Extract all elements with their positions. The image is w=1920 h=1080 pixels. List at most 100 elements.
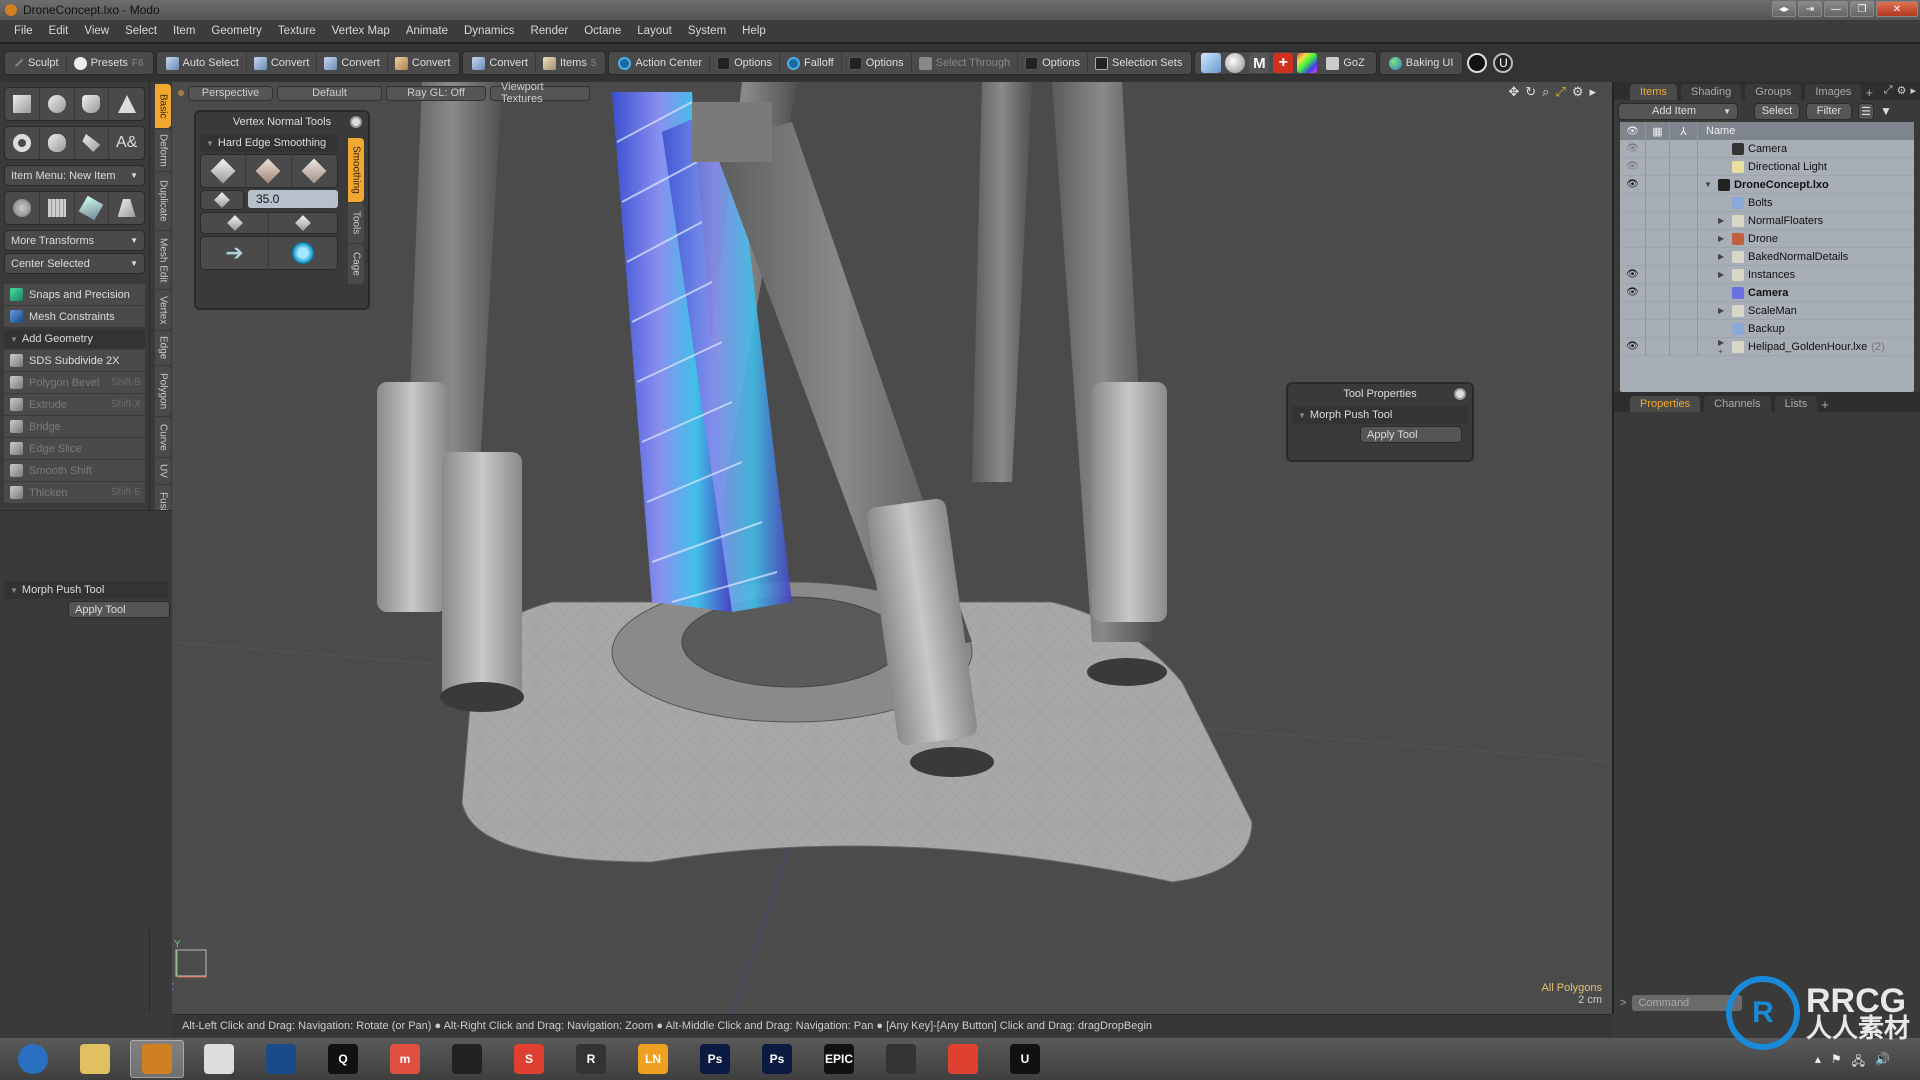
palette-pin-icon[interactable] bbox=[1454, 388, 1466, 400]
lock-toggle[interactable] bbox=[1670, 230, 1698, 247]
taskbar-start[interactable] bbox=[6, 1040, 60, 1078]
snaps-precision-button[interactable]: Snaps and Precision bbox=[4, 284, 145, 306]
taskbar-marmoset[interactable]: m bbox=[378, 1040, 432, 1078]
unreal-icon[interactable]: U bbox=[1493, 53, 1514, 73]
expand-toggle-icon[interactable]: ▶ bbox=[1718, 270, 1728, 279]
torus-button[interactable] bbox=[5, 127, 40, 159]
add-tab-icon[interactable]: + bbox=[1821, 397, 1829, 412]
shading-button[interactable]: Default bbox=[277, 85, 382, 101]
action-options-button[interactable]: Options bbox=[710, 53, 780, 73]
item-row[interactable]: ▶ ScaleMan bbox=[1620, 302, 1914, 320]
m-logo-icon[interactable]: M bbox=[1249, 53, 1270, 73]
menu-edit[interactable]: Edit bbox=[41, 25, 77, 37]
visibility-toggle[interactable] bbox=[1620, 320, 1646, 337]
lock-toggle[interactable] bbox=[1670, 338, 1698, 355]
expand-toggle-icon[interactable]: ▼ bbox=[1704, 180, 1714, 189]
taskbar-explorer[interactable] bbox=[68, 1040, 122, 1078]
item-row[interactable]: 👁 Directional Light bbox=[1620, 158, 1914, 176]
viewport-menu-dot[interactable] bbox=[178, 90, 184, 96]
lock-toggle[interactable] bbox=[1670, 176, 1698, 193]
convert-materials-button[interactable]: Convert bbox=[465, 53, 536, 73]
menu-system[interactable]: System bbox=[680, 25, 734, 37]
convert-polygons-button[interactable]: Convert bbox=[388, 53, 458, 73]
apply-tool-button[interactable]: Apply Tool bbox=[1360, 426, 1462, 443]
visibility-column-icon[interactable]: 👁 bbox=[1620, 122, 1646, 140]
taskbar-zbrush[interactable] bbox=[192, 1040, 246, 1078]
geometry-tool-polygon-bevel[interactable]: Polygon Bevel Shift-B bbox=[4, 372, 145, 394]
transform-button[interactable] bbox=[5, 192, 40, 224]
gear-icon[interactable]: ⚙ bbox=[1572, 84, 1584, 100]
lock-toggle[interactable] bbox=[1670, 212, 1698, 229]
expand-toggle-icon[interactable]: ▶ bbox=[1718, 306, 1728, 315]
hard-edge-smoothing-section[interactable]: ▼ Hard Edge Smoothing bbox=[200, 134, 338, 152]
visibility-toggle[interactable] bbox=[1620, 248, 1646, 265]
vtab-polygon[interactable]: Polygon bbox=[155, 366, 171, 416]
item-row[interactable]: ▶ NormalFloaters bbox=[1620, 212, 1914, 230]
baking-ui-button[interactable]: Baking UI bbox=[1382, 53, 1461, 73]
minimize-button[interactable]: — bbox=[1824, 1, 1848, 17]
gem-button[interactable] bbox=[75, 192, 110, 224]
vnt-tab-smoothing[interactable]: Smoothing bbox=[348, 138, 364, 202]
render-toggle[interactable] bbox=[1646, 320, 1670, 337]
taper-button[interactable] bbox=[109, 192, 144, 224]
menu-help[interactable]: Help bbox=[734, 25, 774, 37]
convert-vertices-button[interactable]: Convert bbox=[247, 53, 318, 73]
viewport-textures-button[interactable]: Viewport Textures bbox=[490, 82, 590, 105]
select-options-button[interactable]: Options bbox=[1018, 53, 1088, 73]
zoom-icon[interactable]: ⌕ bbox=[1542, 84, 1549, 100]
taskbar-quixel[interactable]: Q bbox=[316, 1040, 370, 1078]
taskbar-app-red[interactable] bbox=[440, 1040, 494, 1078]
3d-viewport[interactable]: Y Z Perspective Default Ray GL: Off View… bbox=[172, 82, 1612, 1014]
vtab-mesh-edit[interactable]: Mesh Edit bbox=[155, 231, 171, 289]
render-column-icon[interactable]: ▦ bbox=[1646, 122, 1670, 140]
geometry-tool-smooth-shift[interactable]: Smooth Shift bbox=[4, 460, 145, 482]
menu-render[interactable]: Render bbox=[522, 25, 576, 37]
vtab-duplicate[interactable]: Duplicate bbox=[155, 172, 171, 230]
vtab-vertex[interactable]: Vertex bbox=[155, 290, 171, 330]
menu-vertex-map[interactable]: Vertex Map bbox=[324, 25, 398, 37]
lock-toggle[interactable] bbox=[1670, 248, 1698, 265]
morph-push-section[interactable]: ▼ Morph Push Tool bbox=[1292, 406, 1468, 424]
visibility-toggle[interactable] bbox=[1620, 194, 1646, 211]
capsule-button[interactable] bbox=[40, 127, 75, 159]
visibility-toggle[interactable]: 👁 bbox=[1620, 284, 1646, 301]
render-toggle[interactable] bbox=[1646, 284, 1670, 301]
lock-toggle[interactable] bbox=[1670, 284, 1698, 301]
normal-left-button[interactable] bbox=[201, 213, 269, 233]
transfer-normals-button[interactable]: ➔ bbox=[201, 237, 269, 269]
network-icon[interactable]: 🖧 bbox=[1852, 1052, 1865, 1073]
select-through-button[interactable]: Select Through bbox=[912, 53, 1019, 73]
item-row[interactable]: Bolts bbox=[1620, 194, 1914, 212]
geometry-tool-extrude[interactable]: Extrude Shift-X bbox=[4, 394, 145, 416]
export-button[interactable]: ⇥ bbox=[1798, 1, 1822, 17]
visibility-toggle[interactable] bbox=[1620, 230, 1646, 247]
item-row[interactable]: 👁 Camera bbox=[1620, 140, 1914, 158]
taskbar-app-dark[interactable] bbox=[874, 1040, 928, 1078]
menu-octane[interactable]: Octane bbox=[576, 25, 629, 37]
vtab-curve[interactable]: Curve bbox=[155, 417, 171, 457]
visibility-toggle[interactable]: 👁 bbox=[1620, 158, 1646, 175]
render-toggle[interactable] bbox=[1646, 176, 1670, 193]
expand-toggle-icon[interactable]: ▶ bbox=[1718, 216, 1728, 225]
item-row[interactable]: 👁 ▼ DroneConcept.lxo bbox=[1620, 176, 1914, 194]
taskbar-chrome[interactable] bbox=[936, 1040, 990, 1078]
plus-red-icon[interactable]: + bbox=[1273, 53, 1294, 73]
presets-button[interactable]: Presets F6 bbox=[67, 53, 151, 73]
tab-lists[interactable]: Lists bbox=[1774, 396, 1818, 412]
sphere-button[interactable] bbox=[40, 88, 75, 120]
lock-toggle[interactable] bbox=[1670, 140, 1698, 157]
center-selected-dropdown[interactable]: Center Selected ▼ bbox=[4, 253, 145, 274]
taskbar-epic-games[interactable]: EPIC bbox=[812, 1040, 866, 1078]
view-type-button[interactable]: Perspective bbox=[188, 85, 273, 101]
item-row[interactable]: Backup bbox=[1620, 320, 1914, 338]
funnel-icon[interactable]: ▼ bbox=[1880, 104, 1892, 118]
maximize-view-icon[interactable]: ⤢ bbox=[1555, 84, 1565, 100]
sculpt-button[interactable]: Sculpt bbox=[7, 53, 67, 73]
menu-dynamics[interactable]: Dynamics bbox=[456, 25, 522, 37]
set-soft-button[interactable] bbox=[292, 155, 337, 187]
render-toggle[interactable] bbox=[1646, 140, 1670, 157]
geometry-tool-bridge[interactable]: Bridge bbox=[4, 416, 145, 438]
taskbar-steam[interactable] bbox=[254, 1040, 308, 1078]
visibility-toggle[interactable]: 👁 bbox=[1620, 176, 1646, 193]
taskbar-photoshop-2[interactable]: Ps bbox=[750, 1040, 804, 1078]
